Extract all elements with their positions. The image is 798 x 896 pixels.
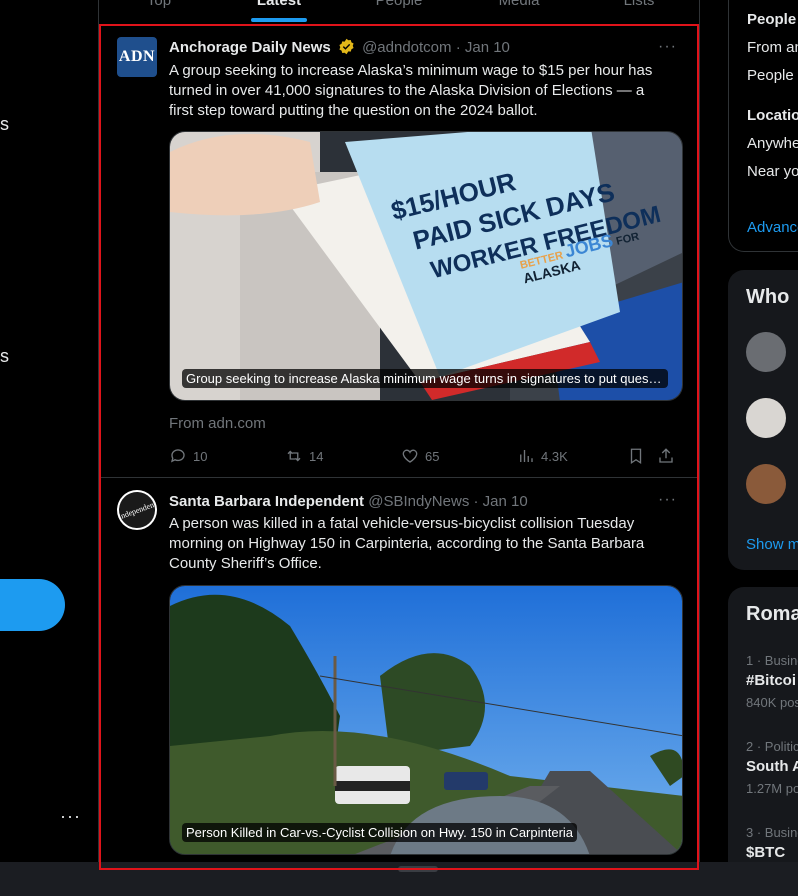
scroll-handle[interactable] bbox=[398, 866, 438, 872]
tweet-header: Santa Barbara Independent @SBIndyNews · … bbox=[169, 493, 528, 510]
tweet-text: A person was killed in a fatal vehicle-v… bbox=[169, 515, 645, 572]
avatar-logo-text: Independent bbox=[117, 490, 157, 530]
tab-top[interactable]: Top bbox=[99, 0, 219, 24]
share-button[interactable] bbox=[657, 447, 677, 465]
tweet[interactable]: ADN Anchorage Daily News @adndotcom · Ja… bbox=[101, 26, 697, 478]
tweet-actions: 10 14 65 4.3K bbox=[169, 446, 683, 466]
show-more-link[interactable]: Show m bbox=[746, 536, 798, 553]
tweet[interactable]: Independent Santa Barbara Independent @S… bbox=[101, 479, 697, 874]
tweet-date[interactable]: · Jan 10 bbox=[456, 39, 510, 56]
share-icon bbox=[659, 448, 673, 463]
avatar-logo-text: ADN bbox=[118, 48, 156, 65]
like-button[interactable]: 65 bbox=[401, 447, 517, 465]
filter-location-option[interactable]: Anywhe bbox=[747, 135, 798, 152]
media-image bbox=[170, 586, 682, 854]
advanced-search-link[interactable]: Advance bbox=[747, 219, 798, 236]
trend-meta: 2 · Politic bbox=[746, 739, 798, 754]
who-to-follow-card: Who Show m bbox=[728, 270, 798, 570]
left-nav: s s ··· bbox=[0, 0, 98, 896]
author-handle[interactable]: @adndotcom bbox=[362, 39, 451, 56]
author-name[interactable]: Anchorage Daily News bbox=[169, 39, 331, 56]
filter-people-option[interactable]: People y bbox=[747, 67, 798, 84]
author-handle[interactable]: @SBIndyNews bbox=[368, 493, 469, 510]
trend-count: 840K pos bbox=[746, 695, 798, 710]
repost-icon bbox=[287, 450, 301, 462]
nav-item-fragment[interactable]: s bbox=[0, 346, 9, 367]
media-caption: Group seeking to increase Alaska minimum… bbox=[182, 369, 668, 388]
filter-location-option[interactable]: Near yo bbox=[747, 163, 798, 180]
trend-meta: 1 · Busine bbox=[746, 653, 798, 668]
views-button[interactable]: 4.3K bbox=[517, 447, 627, 465]
tweet-text: A group seeking to increase Alaska’s min… bbox=[169, 62, 653, 119]
trend-topic: South A bbox=[746, 758, 798, 775]
trend-count: 1.27M po bbox=[746, 781, 798, 796]
verified-badge-icon bbox=[339, 38, 354, 55]
avatar[interactable] bbox=[746, 332, 786, 372]
bookmark-icon bbox=[630, 448, 642, 465]
tab-media[interactable]: Media bbox=[459, 0, 579, 24]
trends-title: Roma bbox=[746, 603, 798, 625]
bookmark-button[interactable] bbox=[627, 447, 657, 465]
search-filters-card: People From an People y Location Anywhe … bbox=[728, 0, 798, 252]
more-options-icon[interactable]: ··· bbox=[658, 38, 677, 56]
tweet-media-card[interactable]: Person Killed in Car-vs.-Cyclist Collisi… bbox=[169, 585, 683, 855]
post-button[interactable] bbox=[0, 579, 65, 631]
tab-latest[interactable]: Latest bbox=[219, 0, 339, 24]
nav-item-fragment[interactable]: s bbox=[0, 114, 9, 135]
who-to-follow-title: Who bbox=[746, 286, 790, 308]
filter-people-title: People bbox=[747, 11, 797, 28]
repost-count: 14 bbox=[309, 448, 324, 464]
tweet-header: Anchorage Daily News @adndotcom · Jan 10 bbox=[169, 38, 510, 56]
right-sidebar: People From an People y Location Anywhe … bbox=[728, 0, 798, 896]
link-source[interactable]: From adn.com bbox=[169, 415, 266, 432]
trend-topic: $BTC bbox=[746, 844, 786, 861]
like-count: 65 bbox=[425, 448, 440, 464]
more-options-icon[interactable]: ··· bbox=[658, 491, 677, 509]
trends-card: Roma 1 · Busine #Bitcoi 840K pos 2 · Pol… bbox=[728, 587, 798, 887]
heart-icon bbox=[402, 449, 418, 463]
avatar[interactable]: ADN bbox=[117, 37, 157, 77]
reply-icon bbox=[170, 449, 185, 463]
tweet-media-card[interactable]: $15/HOUR PAID SICK DAYS WORKER FREEDOM B… bbox=[169, 131, 683, 401]
timeline: Top Latest People Media Lists ADN Anchor… bbox=[98, 0, 700, 896]
filter-people-option[interactable]: From an bbox=[747, 39, 798, 56]
search-tabs: Top Latest People Media Lists bbox=[99, 0, 699, 24]
trend-meta: 3 · Busine bbox=[746, 825, 798, 840]
tab-lists[interactable]: Lists bbox=[579, 0, 699, 24]
avatar[interactable]: Independent bbox=[117, 490, 157, 530]
reply-count: 10 bbox=[193, 448, 208, 464]
avatar[interactable] bbox=[746, 464, 786, 504]
avatar[interactable] bbox=[746, 398, 786, 438]
view-count: 4.3K bbox=[541, 448, 568, 464]
views-icon bbox=[520, 450, 533, 462]
filter-location-title: Location bbox=[747, 107, 798, 124]
trend-topic: #Bitcoi bbox=[746, 672, 797, 689]
tweet-date[interactable]: · Jan 10 bbox=[474, 493, 528, 510]
tab-people[interactable]: People bbox=[339, 0, 459, 24]
repost-button[interactable]: 14 bbox=[285, 447, 401, 465]
reply-button[interactable]: 10 bbox=[169, 447, 285, 465]
bottom-bar bbox=[0, 862, 798, 896]
author-name[interactable]: Santa Barbara Independent bbox=[169, 493, 364, 510]
account-more-icon[interactable]: ··· bbox=[60, 806, 81, 827]
logo-word: FOR bbox=[615, 230, 641, 248]
media-caption: Person Killed in Car-vs.-Cyclist Collisi… bbox=[182, 823, 578, 842]
